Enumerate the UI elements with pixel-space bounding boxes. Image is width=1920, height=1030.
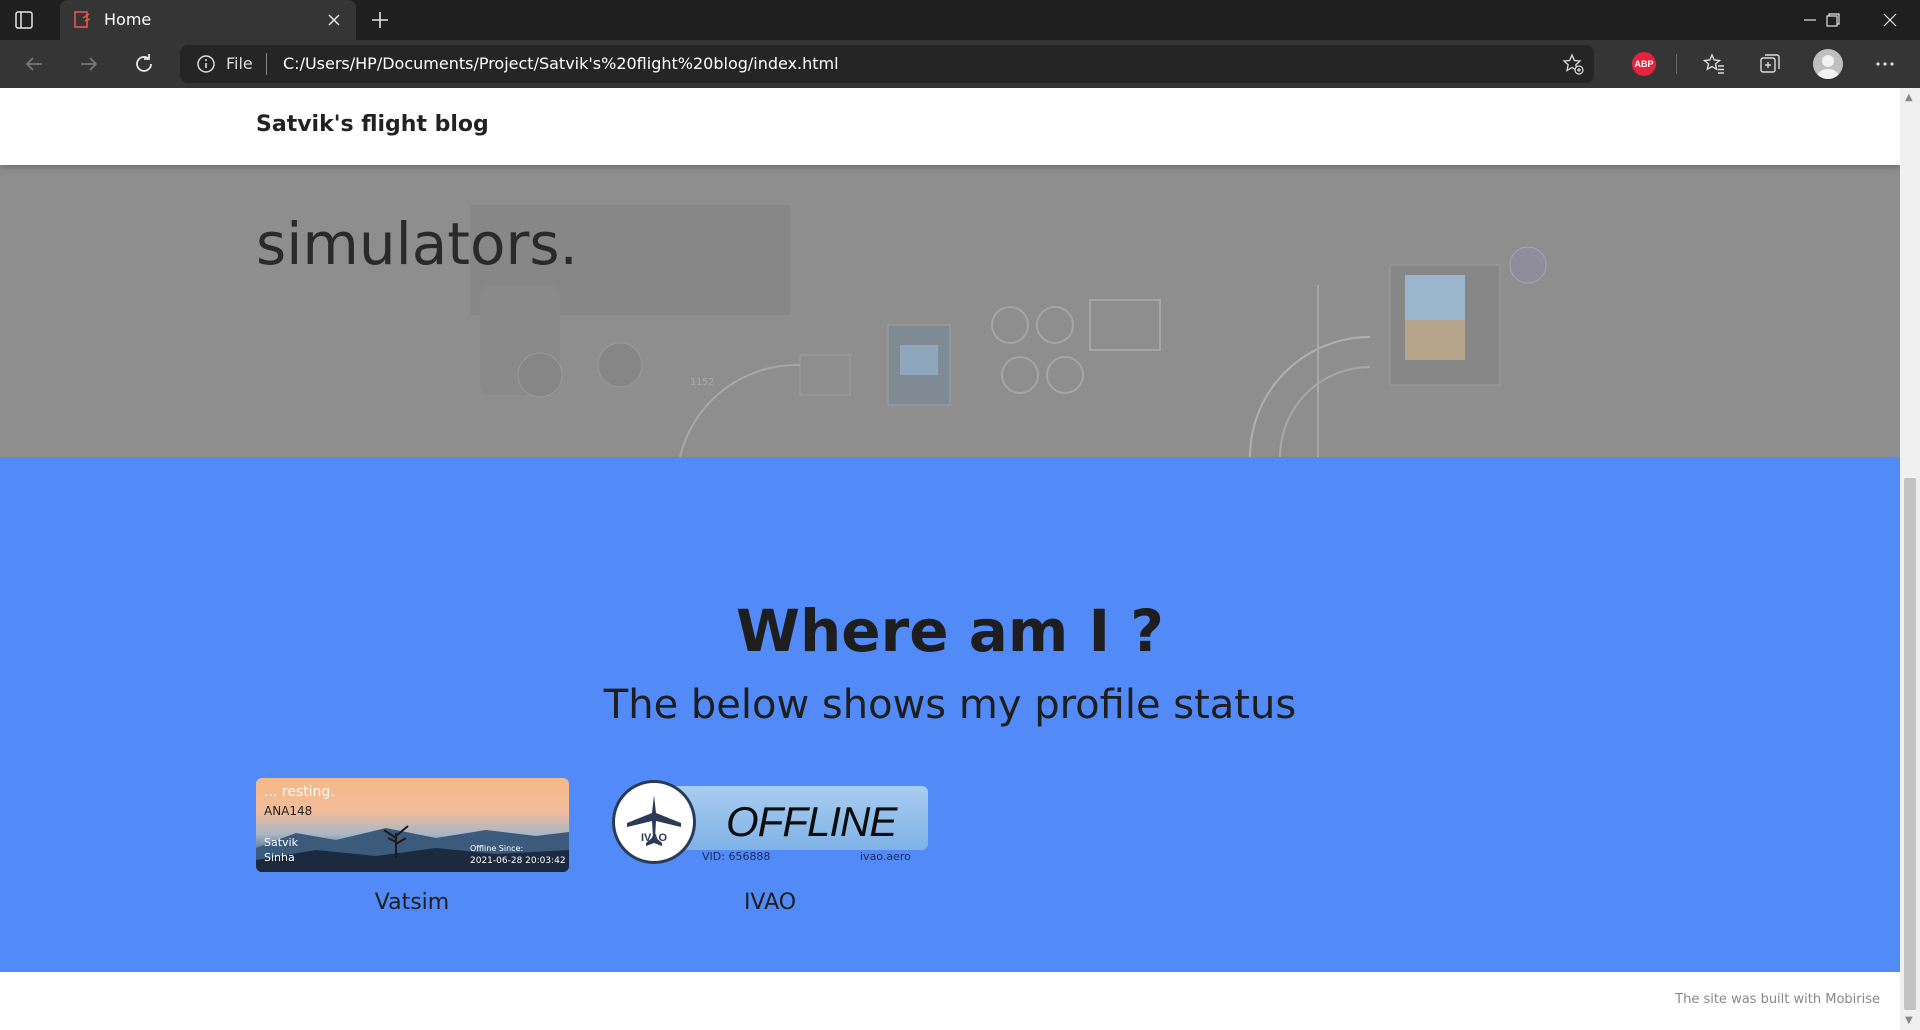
ivao-website: ivao.aero [860, 850, 911, 863]
collections-icon[interactable] [1758, 52, 1782, 76]
vatsim-callsign: ANA148 [264, 804, 313, 818]
refresh-icon[interactable] [132, 52, 156, 76]
browser-tab-bar: Home [0, 0, 1920, 40]
url-text[interactable]: C:/Users/HP/Documents/Project/Satvik's%2… [283, 54, 839, 73]
vatsim-since: 2021-06-28 20:03:42 [470, 856, 566, 866]
site-footer: The site was built with Mobirise [0, 972, 1900, 1030]
page-favicon-icon [72, 10, 92, 30]
ivao-logo-icon: IVAO [612, 780, 696, 864]
address-separator [266, 53, 267, 75]
site-brand[interactable]: Satvik's flight blog [256, 112, 489, 137]
address-bar[interactable]: File C:/Users/HP/Documents/Project/Satvi… [180, 45, 1594, 83]
ivao-label: IVAO [743, 890, 797, 915]
browser-tab-home[interactable]: Home [60, 0, 356, 40]
cockpit-background-image: 1152 [0, 165, 1900, 457]
ivao-vid: VID: 656888 [702, 850, 771, 863]
page-viewport: Satvik's flight blog 1152 simulators. Wh… [0, 88, 1900, 1030]
add-favorite-icon[interactable] [1562, 53, 1584, 75]
vatsim-status-banner[interactable]: ... resting. ANA148 Satvik Sinha Offline… [256, 778, 569, 872]
forward-arrow-icon[interactable] [77, 52, 101, 76]
close-tab-icon[interactable] [324, 10, 344, 30]
vatsim-since-label: Offline Since: [470, 844, 524, 853]
toolbar-separator [1676, 54, 1677, 74]
profile-avatar-icon[interactable] [1813, 49, 1843, 79]
scroll-down-icon[interactable]: ▼ [1905, 1015, 1913, 1026]
file-label: File [226, 54, 253, 73]
vatsim-label: Vatsim [374, 890, 450, 915]
tab-title: Home [104, 10, 152, 29]
hero-text: simulators. [256, 210, 578, 278]
status-title: Where am I ? [736, 597, 1164, 665]
site-navbar: Satvik's flight blog [0, 88, 1900, 165]
adblock-plus-icon[interactable]: ABP [1632, 52, 1656, 76]
back-arrow-icon[interactable] [22, 52, 46, 76]
profile-status-section: Where am I ? The below shows my profile … [0, 457, 1900, 972]
favorites-icon[interactable] [1702, 52, 1726, 76]
info-icon[interactable] [196, 54, 216, 74]
page-scrollbar[interactable]: ▲ ▼ [1900, 88, 1920, 1030]
browser-toolbar: File C:/Users/HP/Documents/Project/Satvi… [0, 40, 1920, 88]
vatsim-first-name: Satvik [264, 836, 298, 849]
tab-actions-icon[interactable] [14, 10, 34, 30]
vatsim-activity: ... resting. [264, 784, 335, 800]
close-window-icon[interactable] [1870, 4, 1910, 36]
more-options-icon[interactable] [1873, 52, 1897, 76]
status-subtitle: The below shows my profile status [603, 682, 1297, 728]
scrollbar-thumb[interactable] [1904, 478, 1916, 1010]
ivao-status: OFFLINE [726, 798, 897, 845]
hero-section: 1152 simulators. [0, 165, 1900, 457]
built-with-text[interactable]: The site was built with Mobirise [1675, 992, 1880, 1007]
ivao-logo-text: IVAO [641, 832, 668, 844]
scroll-up-icon[interactable]: ▲ [1905, 92, 1913, 103]
ivao-status-banner[interactable]: OFFLINE IVAO VID: 656888 ivao.aero [612, 778, 928, 868]
restore-icon[interactable] [1813, 4, 1853, 36]
svg-text:1152: 1152 [690, 377, 714, 388]
vatsim-last-name: Sinha [264, 851, 295, 864]
new-tab-icon[interactable] [368, 8, 392, 32]
